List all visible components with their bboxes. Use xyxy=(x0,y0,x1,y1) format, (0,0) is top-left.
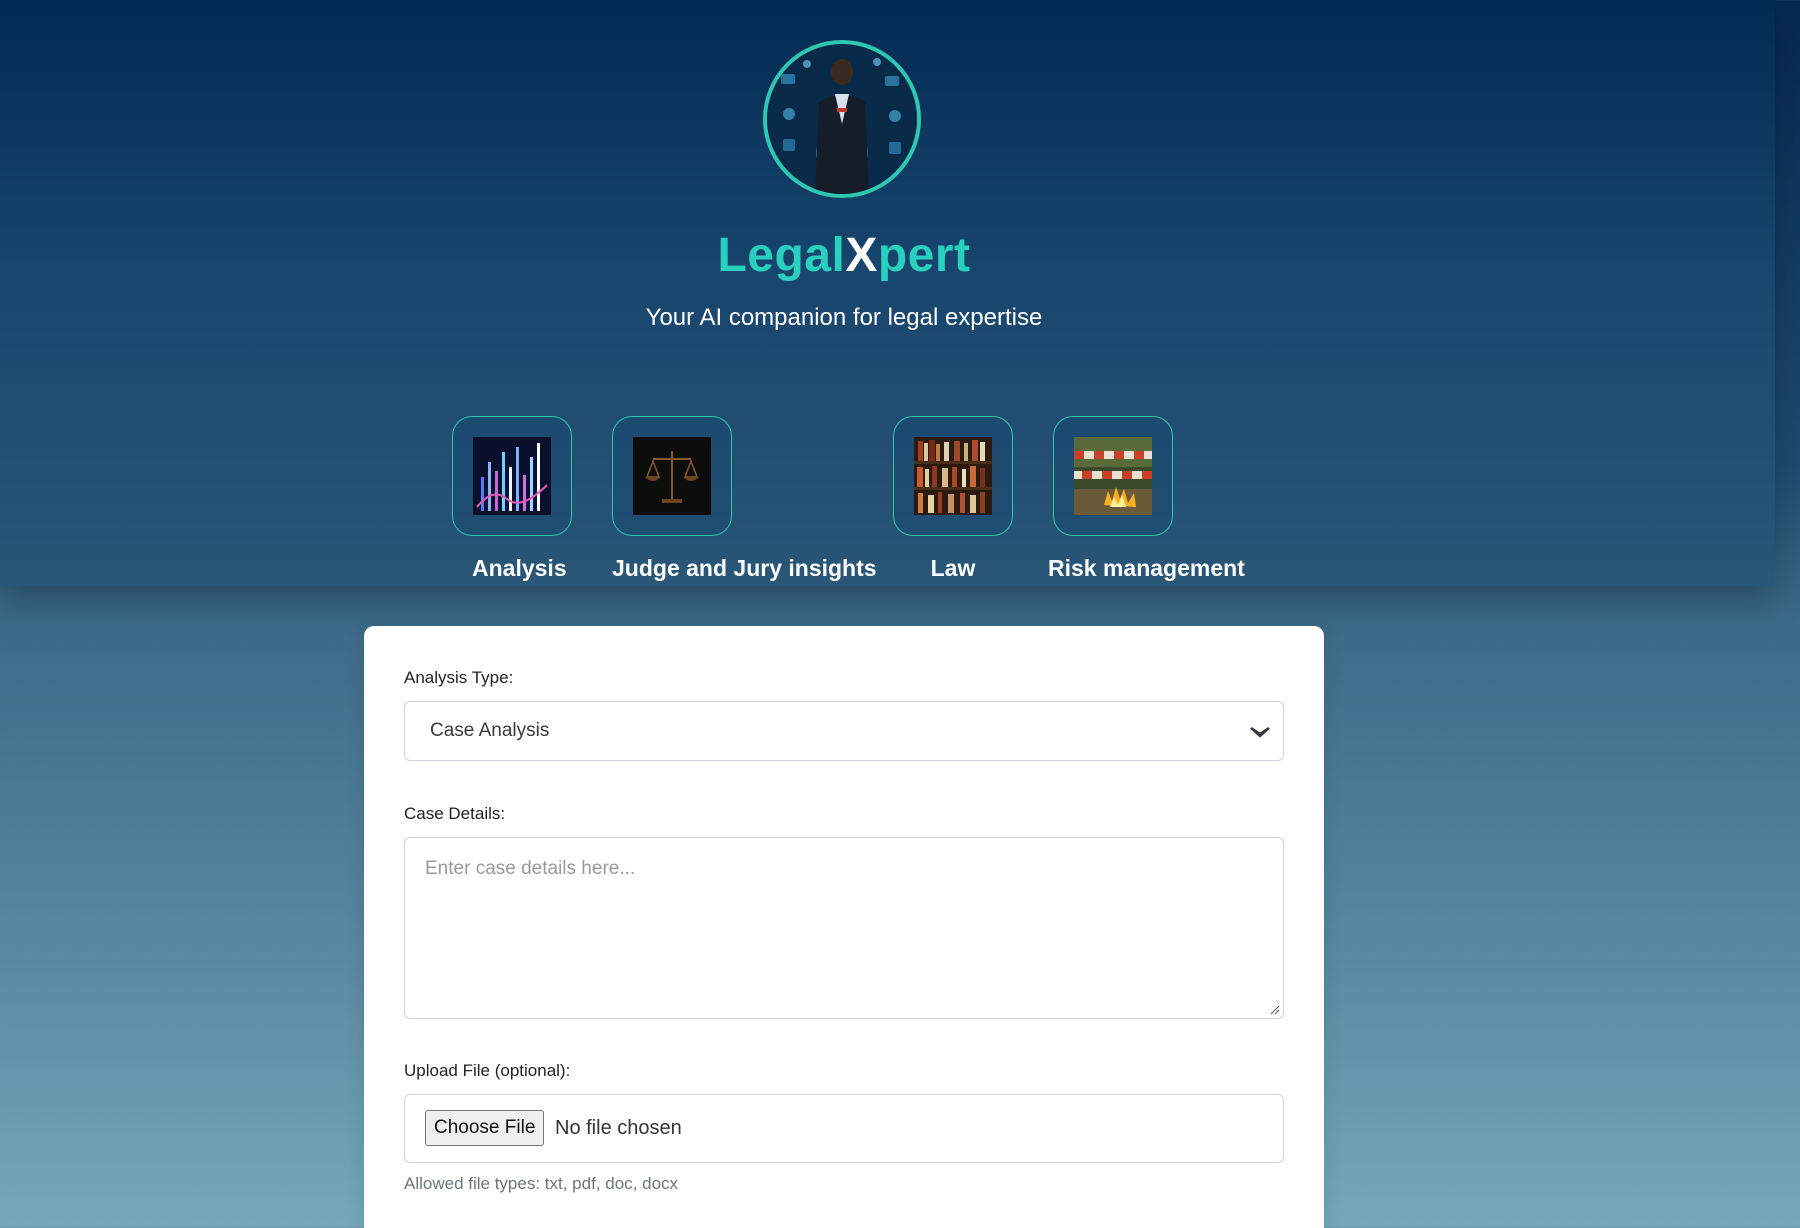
ai-lawyer-avatar-image xyxy=(767,44,917,194)
ai-lawyer-avatar xyxy=(763,40,921,198)
analysis-chart-icon xyxy=(473,437,551,515)
no-file-chosen-text: No file chosen xyxy=(555,1117,682,1139)
analysis-type-value: Case Analysis xyxy=(430,720,550,741)
feature-risk-management-label: Risk management xyxy=(1048,555,1245,581)
feature-judge-jury-label: Judge and Jury insights xyxy=(612,555,877,581)
hazard-barrier-icon xyxy=(1074,437,1152,515)
case-details-placeholder: Enter case details here... xyxy=(425,858,636,879)
analysis-type-select[interactable]: Case Analysis xyxy=(404,701,1284,761)
chevron-down-icon xyxy=(1249,702,1271,760)
app-title-part-x: X xyxy=(845,229,878,282)
app-title: LegalXpert xyxy=(0,228,1688,283)
app-subtitle: Your AI companion for legal expertise xyxy=(645,304,1043,331)
bookshelf-icon xyxy=(914,437,992,515)
feature-analysis-label: Analysis xyxy=(472,555,567,581)
analysis-form-card: Analysis Type: Case Analysis Case Detail… xyxy=(364,626,1324,1228)
resize-grip-icon[interactable] xyxy=(1270,1005,1280,1015)
feature-law-label: Law xyxy=(930,555,976,581)
allowed-file-types-hint: Allowed file types: txt, pdf, doc, docx xyxy=(404,1174,679,1193)
choose-file-button[interactable]: Choose File xyxy=(425,1110,545,1146)
header-section: LegalXpert Your AI companion for legal e… xyxy=(0,0,1775,586)
feature-analysis-button[interactable] xyxy=(452,416,572,536)
analysis-type-label: Analysis Type: xyxy=(404,668,514,687)
scales-of-justice-icon xyxy=(633,437,711,515)
app-title-part-pert: pert xyxy=(877,229,971,282)
case-details-label: Case Details: xyxy=(404,804,506,823)
case-details-textarea[interactable]: Enter case details here... xyxy=(404,837,1284,1019)
file-upload-input[interactable]: Choose File No file chosen xyxy=(404,1094,1284,1163)
feature-judge-jury-button[interactable] xyxy=(612,416,732,536)
feature-law-button[interactable] xyxy=(893,416,1013,536)
upload-file-label: Upload File (optional): xyxy=(404,1061,571,1080)
app-title-part-legal: Legal xyxy=(717,229,846,282)
feature-risk-management-button[interactable] xyxy=(1053,416,1173,536)
